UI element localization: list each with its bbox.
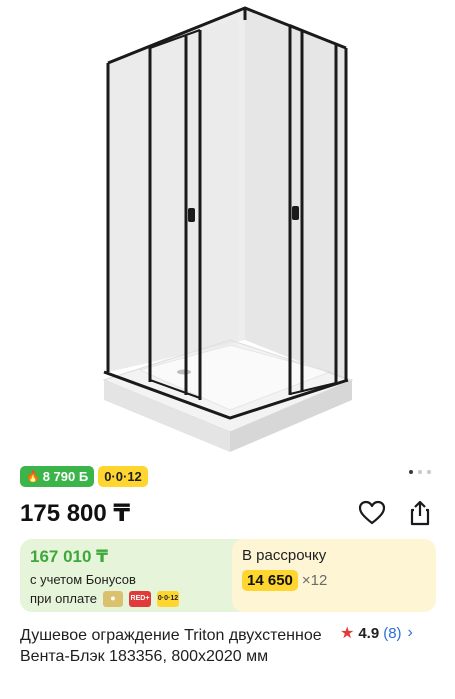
installment-card[interactable]: В рассрочку 14 650 ×12	[232, 539, 436, 612]
installment-amount: 14 650	[242, 570, 298, 591]
installment-badge[interactable]: 0·0·12	[98, 466, 148, 487]
bonus-note: с учетом Бонусов	[30, 572, 136, 587]
red-plus-chip: RED+	[128, 590, 151, 607]
payment-methods: при оплате ● RED+ 0·0·12	[30, 590, 240, 607]
bonus-price-card[interactable]: 167 010 ₸ с учетом Бонусов при оплате ● …	[20, 539, 250, 612]
installment-tag: 0·0·12	[104, 469, 142, 484]
product-title: Душевое ограждение Triton двухстенное Ве…	[20, 627, 322, 665]
star-icon: ★	[340, 625, 355, 642]
installment-title: В рассрочку	[242, 547, 327, 564]
gallery-pagination	[409, 470, 431, 474]
gallery-dot-3[interactable]	[427, 470, 431, 474]
favorite-button[interactable]	[357, 498, 387, 528]
chevron-right-icon: ›	[407, 624, 413, 641]
gallery-dot-2[interactable]	[418, 470, 422, 474]
flame-icon: 🔥	[26, 471, 40, 483]
installment-chip: 0·0·12	[156, 590, 179, 607]
product-image[interactable]	[0, 0, 455, 456]
kaspi-card-icon: ●	[102, 590, 123, 607]
shower-enclosure-illustration	[102, 6, 354, 452]
installment-row: 14 650 ×12	[242, 570, 426, 591]
share-icon	[410, 500, 430, 526]
heart-icon	[358, 500, 386, 525]
bonus-price: 167 010 ₸	[30, 547, 109, 566]
rating-link[interactable]: ★ 4.9 (8) ›	[340, 623, 413, 643]
pay-label: при оплате	[30, 591, 97, 606]
bonus-points: 8 790 Б	[42, 469, 89, 484]
bonus-badge[interactable]: 🔥 8 790 Б	[20, 466, 95, 487]
gallery-dot-1[interactable]	[409, 470, 413, 474]
promo-badges: 🔥 8 790 Б 0·0·12	[20, 466, 148, 487]
share-button[interactable]	[405, 498, 435, 528]
installment-times: ×12	[301, 572, 328, 589]
rating-value: 4.9	[358, 624, 380, 642]
review-count: (8)	[383, 624, 402, 642]
main-price: 175 800 ₸	[20, 500, 131, 527]
